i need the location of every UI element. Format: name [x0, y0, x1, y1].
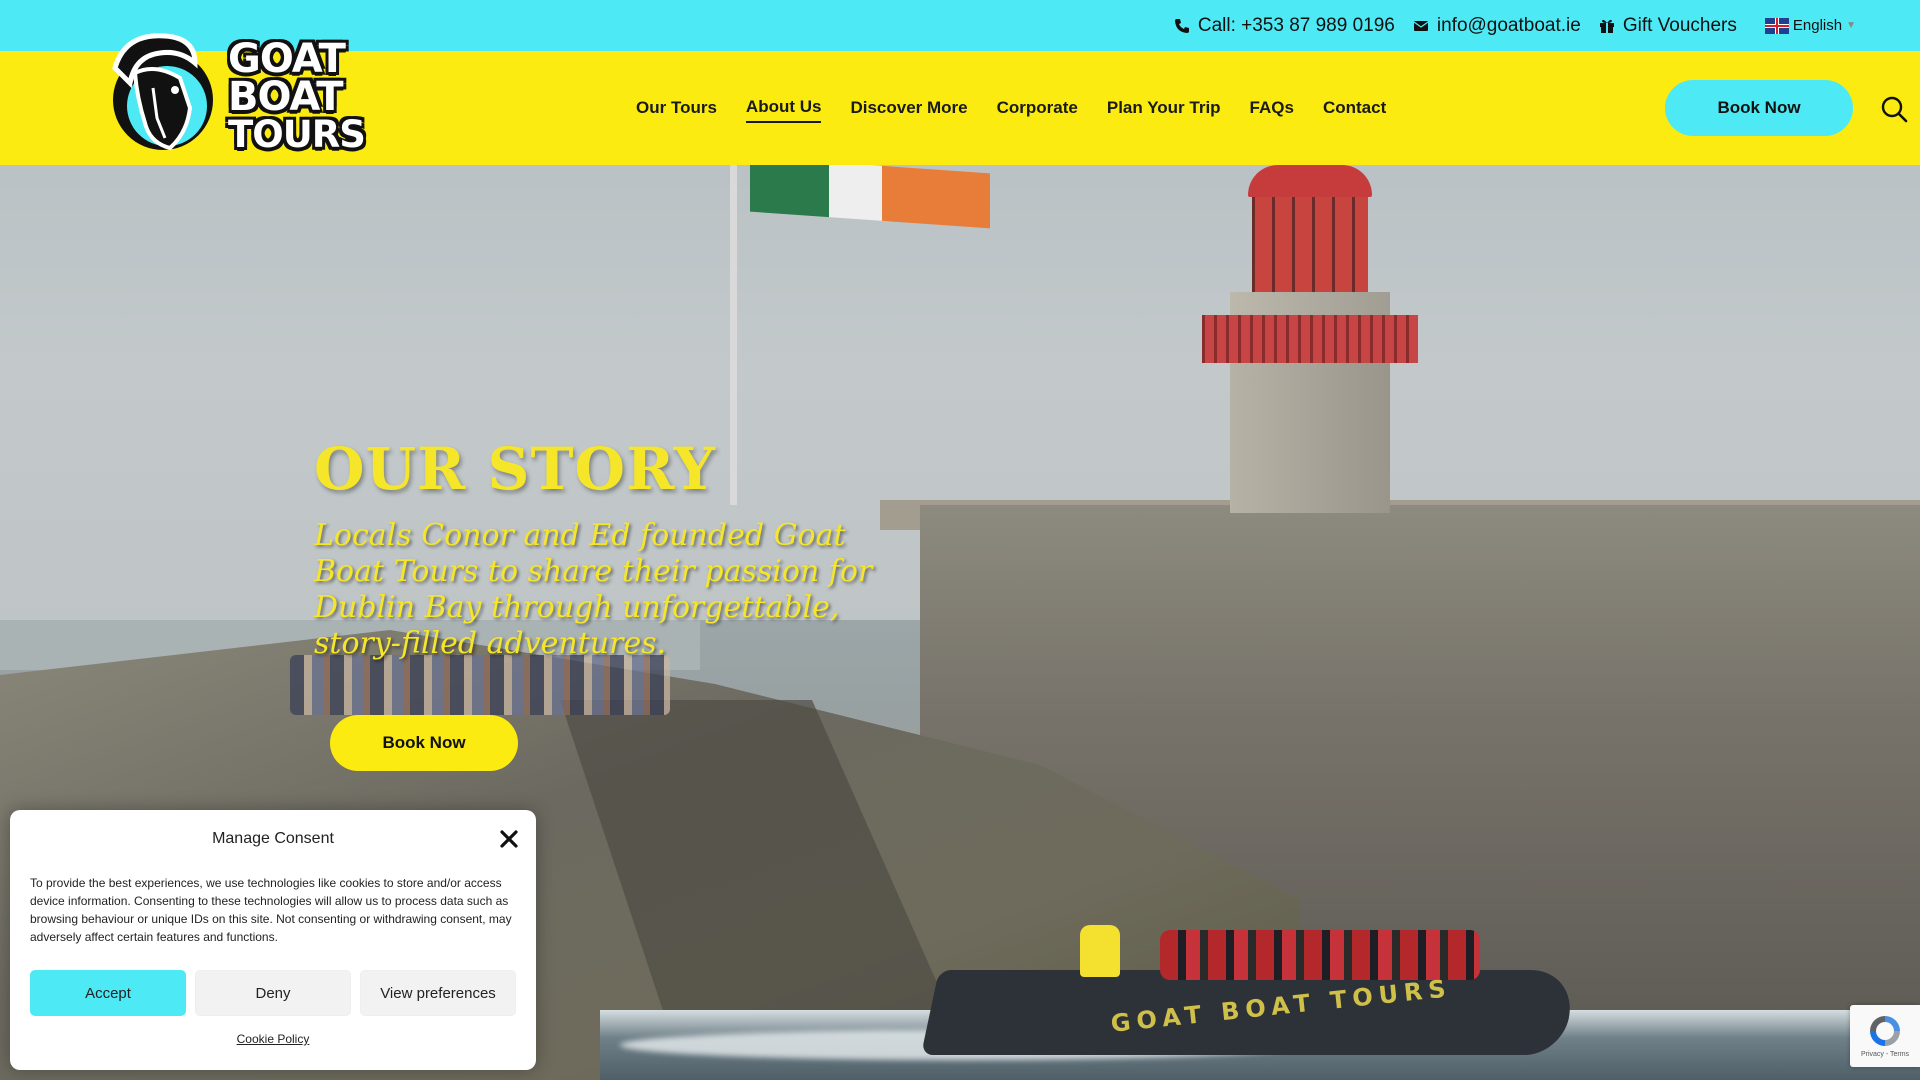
- uk-flag-icon: [1764, 17, 1789, 34]
- main-nav: Our Tours About Us Discover More Corpora…: [636, 51, 1386, 165]
- nav-faqs[interactable]: FAQs: [1250, 94, 1294, 122]
- consent-body: To provide the best experiences, we use …: [30, 876, 512, 944]
- consent-actions: Accept Deny View preferences: [30, 970, 516, 1016]
- chevron-down-icon: ▼: [1846, 20, 1856, 31]
- language-label: English: [1792, 17, 1843, 34]
- lighthouse: [1202, 165, 1418, 513]
- close-icon[interactable]: [498, 828, 520, 850]
- deny-button[interactable]: Deny: [195, 970, 351, 1016]
- call-link[interactable]: Call: +353 87 989 0196: [1174, 15, 1395, 37]
- book-now-header-button[interactable]: Book Now: [1665, 80, 1853, 136]
- search-icon[interactable]: [1880, 95, 1908, 123]
- email-link[interactable]: info@goatboat.ie: [1413, 15, 1581, 37]
- accept-button[interactable]: Accept: [30, 970, 186, 1016]
- gift-vouchers-link[interactable]: Gift Vouchers: [1599, 15, 1737, 37]
- hero-subtitle: Locals Conor and Ed founded Goat Boat To…: [314, 518, 873, 661]
- consent-dialog: Manage Consent To provide the best exper…: [10, 810, 536, 1070]
- phone-icon: [1174, 18, 1190, 34]
- phone-text: Call: +353 87 989 0196: [1197, 14, 1395, 36]
- gift-icon: [1599, 18, 1615, 34]
- nav-about-us[interactable]: About Us: [745, 93, 822, 123]
- nav-discover-more[interactable]: Discover More: [850, 94, 967, 122]
- flagpole: [730, 165, 737, 505]
- cookie-policy-link[interactable]: Cookie Policy: [10, 1032, 536, 1046]
- recaptcha-icon: [1867, 1013, 1903, 1049]
- recaptcha-links[interactable]: Privacy - Terms: [1850, 1051, 1920, 1058]
- recaptcha-badge[interactable]: Privacy - Terms: [1850, 1005, 1920, 1067]
- nav-our-tours[interactable]: Our Tours: [636, 94, 717, 122]
- rib-boat: GOAT BOAT TOURS: [920, 920, 1580, 1060]
- view-preferences-button[interactable]: View preferences: [360, 970, 516, 1016]
- gift-text: Gift Vouchers: [1622, 14, 1737, 36]
- logo-wordmark: GOAT BOAT TOURS: [228, 36, 366, 156]
- people-on-pier: [290, 655, 670, 715]
- envelope-icon: [1413, 18, 1429, 34]
- language-selector[interactable]: English ▼: [1764, 17, 1856, 34]
- book-now-hero-button[interactable]: Book Now: [330, 715, 518, 771]
- page-title: OUR STORY: [314, 435, 716, 503]
- nav-corporate[interactable]: Corporate: [997, 94, 1078, 122]
- consent-title: Manage Consent: [212, 830, 334, 847]
- email-text: info@goatboat.ie: [1436, 14, 1581, 36]
- goat-boat-tours-logo[interactable]: GOAT BOAT TOURS: [95, 28, 385, 208]
- goat-head-icon: [95, 28, 225, 158]
- nav-plan-your-trip[interactable]: Plan Your Trip: [1107, 94, 1221, 122]
- nav-contact[interactable]: Contact: [1323, 94, 1386, 122]
